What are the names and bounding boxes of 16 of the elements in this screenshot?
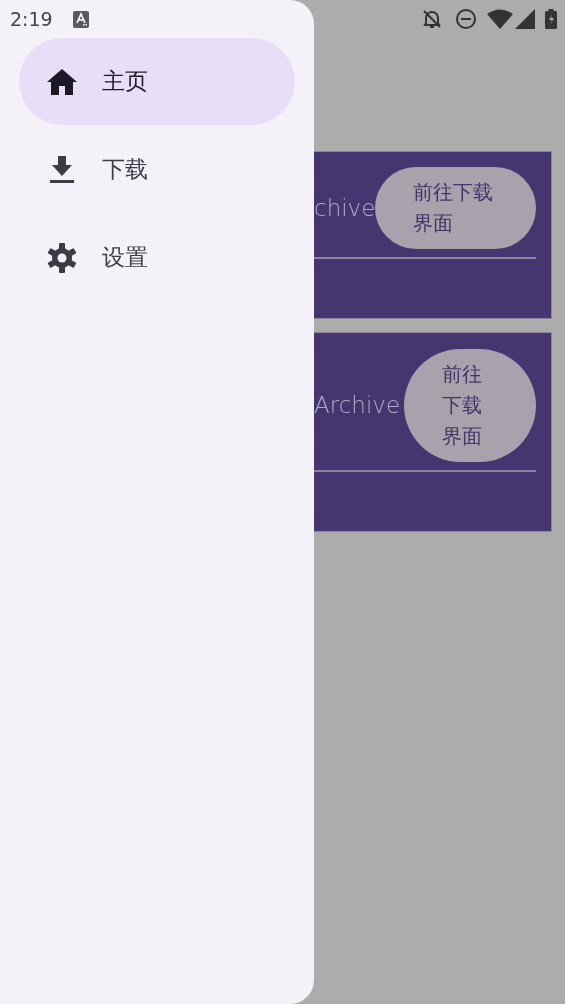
settings-icon: [47, 242, 77, 273]
drawer-item[interactable]: 主页: [19, 38, 295, 125]
bell-off-icon: [421, 8, 443, 30]
signal-icon: [515, 9, 535, 29]
go-to-download-button[interactable]: 前往下载界面: [404, 349, 536, 462]
drawer-item[interactable]: 设置: [19, 214, 295, 301]
battery-icon: [545, 9, 557, 29]
wifi-icon: [487, 9, 513, 29]
status-time: 2:19: [10, 6, 53, 32]
do-not-disturb-icon: [455, 8, 477, 30]
home-icon: [47, 68, 77, 95]
drawer-item[interactable]: 下载: [19, 126, 295, 213]
download-icon: [50, 155, 74, 184]
archive-title: chive: [314, 193, 376, 223]
go-to-download-button[interactable]: 前往下载界面: [375, 167, 536, 249]
archive-title: Archive: [314, 391, 401, 421]
